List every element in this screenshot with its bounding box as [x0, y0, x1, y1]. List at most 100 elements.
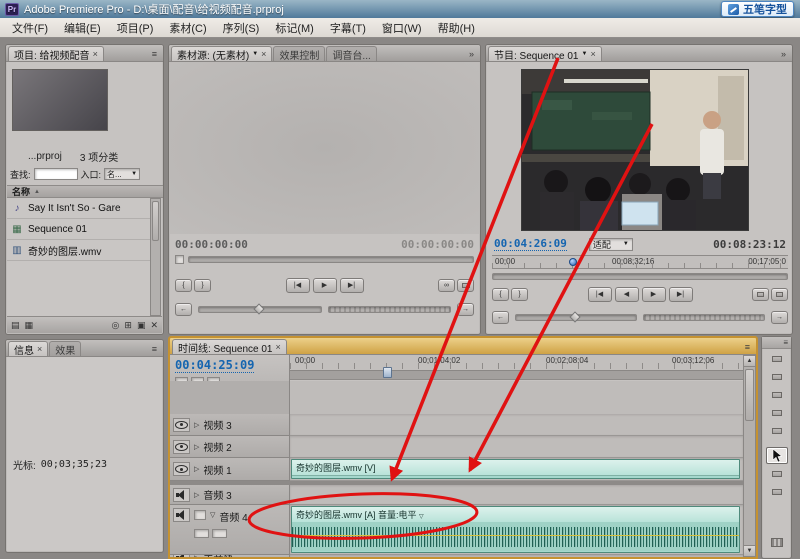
scroll-down-icon[interactable]: ▼ [744, 545, 755, 556]
menu-clip[interactable]: 素材(C) [161, 18, 214, 38]
tab-effects[interactable]: 效果 [49, 341, 82, 357]
scrub-marker[interactable] [175, 255, 184, 264]
sequence-marker[interactable] [383, 367, 392, 378]
panel-menu-icon[interactable]: ≡ [745, 342, 750, 352]
go-out-button[interactable]: → [457, 302, 474, 316]
toggle-track-mute-button[interactable] [173, 555, 190, 557]
panel-menu-icon[interactable]: ≡ [152, 49, 157, 59]
entry-dropdown[interactable]: 名... ▼ [104, 168, 141, 180]
track-lane[interactable] [290, 414, 743, 436]
source-current-timecode[interactable]: 00:00:00:00 [175, 238, 248, 251]
slip-tool[interactable] [766, 422, 788, 439]
track-lane[interactable]: 奇妙的图层.wmv [A] 音量:电平 ▽ [290, 505, 743, 555]
list-item[interactable]: ▥ 奇妙的图层.wmv [7, 240, 152, 261]
tab-effect-controls[interactable]: 效果控制 [273, 46, 326, 62]
step-forward-button[interactable]: ▶| [668, 286, 693, 302]
menu-window[interactable]: 窗口(W) [374, 18, 430, 38]
icon-view-icon[interactable]: ▦ [25, 320, 34, 331]
program-scroll-bar[interactable] [492, 273, 788, 280]
program-playhead[interactable] [568, 258, 577, 266]
project-scrollbar[interactable] [150, 198, 161, 316]
set-out-button[interactable]: } [511, 287, 528, 301]
video-clip[interactable]: 奇妙的图层.wmv [V] [291, 459, 740, 479]
shuttle-slider[interactable] [198, 302, 322, 315]
tab-project[interactable]: 项目: 给视频配音 × [8, 46, 104, 62]
ime-toolbar[interactable]: 五笔字型 [721, 1, 794, 17]
go-to-previous-edit-button[interactable]: ◀ [614, 286, 639, 302]
collapse-track-icon[interactable]: ▽ [210, 511, 215, 519]
panel-menu-icon[interactable]: ≡ [783, 338, 788, 347]
delete-icon[interactable]: ✕ [150, 320, 158, 331]
jump-back-button[interactable]: ← [492, 310, 509, 324]
menu-sequence[interactable]: 序列(S) [215, 18, 268, 38]
toggle-track-output-button[interactable] [173, 462, 190, 476]
timeline-ruler[interactable]: 00;00 00;01;04;02 00;02;08;04 00;03;12;0… [290, 355, 743, 380]
name-column-header[interactable]: 名称 ▲ [7, 185, 163, 198]
timeline-current-timecode[interactable]: 00:04:25:09 [175, 358, 255, 373]
scroll-up-icon[interactable]: ▲ [744, 356, 755, 367]
tab-audio-mixer[interactable]: 调音台... [326, 46, 377, 62]
menu-marker[interactable]: 标记(M) [267, 18, 322, 38]
track-lock-checkbox[interactable] [194, 510, 206, 520]
expand-track-icon[interactable]: ▷ [194, 443, 199, 451]
work-area-bar[interactable] [290, 370, 743, 379]
list-item[interactable]: ♪ Say It Isn't So - Gare [7, 198, 152, 219]
ripple-edit-tool[interactable] [766, 368, 788, 385]
zoom-tool[interactable] [766, 534, 788, 551]
jog-disk[interactable] [643, 313, 765, 321]
track-select-tool[interactable] [766, 350, 788, 367]
expand-track-icon[interactable]: ▷ [194, 465, 199, 473]
menu-file[interactable]: 文件(F) [4, 18, 56, 38]
toggle-track-output-button[interactable] [173, 439, 190, 454]
extract-button[interactable] [771, 287, 788, 301]
close-icon[interactable]: × [37, 344, 42, 354]
chevron-down-icon[interactable]: ▽ [419, 514, 424, 520]
program-current-timecode[interactable]: 00:04:26:09 [494, 237, 567, 251]
track-display-style-button[interactable] [194, 529, 209, 538]
find-icon[interactable]: ◎ [112, 320, 120, 331]
go-in-button[interactable]: ← [175, 302, 192, 316]
new-bin-icon[interactable]: ⊞ [124, 320, 132, 331]
expand-track-icon[interactable]: ▷ [194, 491, 199, 499]
menu-help[interactable]: 帮助(H) [430, 18, 483, 38]
close-icon[interactable]: × [93, 49, 98, 59]
toggle-track-mute-button[interactable] [173, 487, 190, 502]
close-icon[interactable]: × [261, 49, 266, 59]
shuttle-handle[interactable] [569, 310, 581, 323]
tab-info[interactable]: 信息 × [8, 341, 49, 357]
menu-edit[interactable]: 编辑(E) [56, 18, 109, 38]
step-back-button[interactable]: |◀ [587, 286, 612, 302]
hand-tool[interactable] [766, 483, 788, 500]
panel-menu-icon[interactable]: » [781, 49, 786, 59]
toggle-track-mute-button[interactable] [173, 508, 190, 522]
play-button[interactable]: ▶ [641, 286, 666, 302]
scrollbar-thumb[interactable] [745, 369, 754, 421]
list-view-icon[interactable]: ▤ [11, 320, 20, 331]
shuttle-slider[interactable] [515, 310, 637, 323]
lift-button[interactable] [752, 287, 769, 301]
panel-menu-icon[interactable]: ≡ [152, 344, 157, 354]
pen-tool[interactable] [766, 465, 788, 482]
menu-project[interactable]: 项目(P) [109, 18, 162, 38]
panel-menu-icon[interactable]: » [469, 49, 474, 59]
track-lane[interactable] [290, 485, 743, 505]
step-back-button[interactable]: |◀ [285, 277, 310, 293]
scrollbar-thumb[interactable] [152, 201, 159, 241]
jog-disk[interactable] [327, 305, 451, 313]
rate-stretch-tool[interactable] [766, 386, 788, 403]
track-lane[interactable]: 奇妙的图层.wmv [V] [290, 458, 743, 481]
toggle-track-output-button[interactable] [173, 417, 190, 432]
find-input[interactable] [33, 168, 78, 180]
zoom-level-dropdown[interactable]: 适配 ▼ [588, 237, 633, 251]
razor-tool[interactable] [766, 404, 788, 421]
new-item-icon[interactable]: ▣ [137, 320, 146, 331]
tab-timeline[interactable]: 时间线: Sequence 01 × [172, 339, 287, 355]
close-icon[interactable]: × [276, 342, 281, 352]
step-forward-button[interactable]: ▶| [339, 277, 364, 293]
loop-button[interactable]: ∞ [438, 278, 455, 292]
tab-source[interactable]: 素材源: (无素材) ▼ × [171, 46, 273, 62]
set-in-button[interactable]: { [175, 278, 192, 292]
menu-title[interactable]: 字幕(T) [322, 18, 374, 38]
program-video-frame[interactable] [521, 69, 749, 231]
tab-program[interactable]: 节目: Sequence 01 ▼ × [488, 46, 602, 62]
